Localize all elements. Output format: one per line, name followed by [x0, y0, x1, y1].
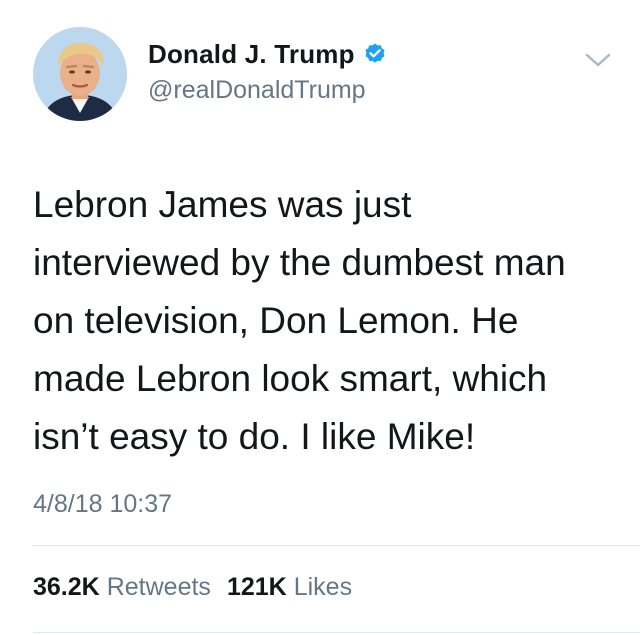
- retweets-count: 36.2K: [33, 573, 100, 601]
- verified-badge-icon: [363, 42, 387, 66]
- likes-label: Likes: [293, 573, 353, 601]
- avatar-image: [33, 27, 127, 121]
- chevron-down-icon[interactable]: [584, 50, 612, 70]
- likes-stat[interactable]: 121K Likes: [227, 573, 352, 602]
- divider: [33, 545, 640, 546]
- likes-count: 121K: [226, 573, 287, 601]
- tweet-stats: 36.2K Retweets 121K Likes: [33, 573, 352, 602]
- user-handle[interactable]: @realDonaldTrump: [148, 76, 366, 105]
- tweet-card: Donald J. Trump @realDonaldTrump Lebron …: [0, 0, 640, 635]
- user-name-row: Donald J. Trump: [148, 38, 387, 70]
- tweet-timestamp[interactable]: 4/8/18 10:37: [33, 490, 172, 519]
- retweets-stat[interactable]: 36.2K Retweets: [33, 573, 211, 602]
- tweet-text: Lebron James was just interviewed by the…: [33, 184, 566, 457]
- avatar[interactable]: [33, 27, 127, 121]
- divider: [33, 632, 640, 633]
- retweets-label: Retweets: [106, 573, 211, 601]
- display-name[interactable]: Donald J. Trump: [148, 39, 355, 70]
